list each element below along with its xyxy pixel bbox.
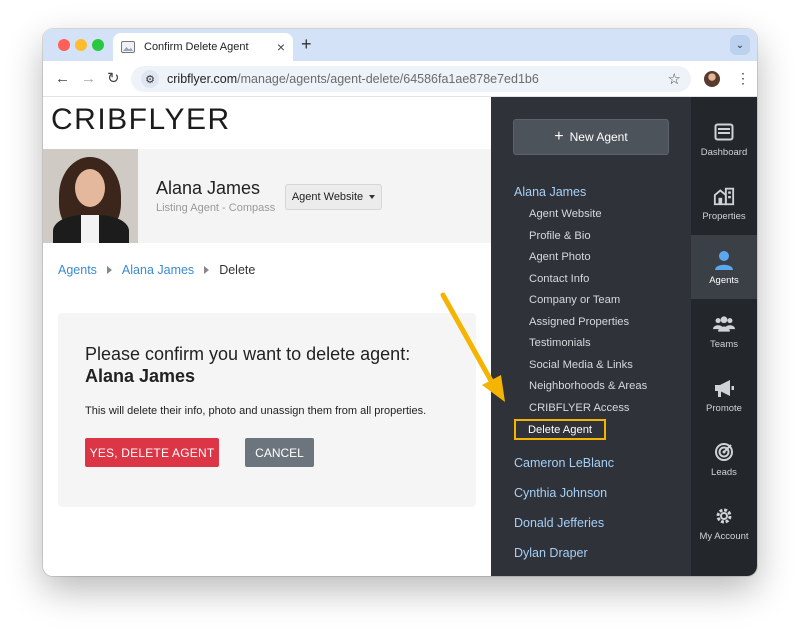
breadcrumb-agent[interactable]: Alana James — [122, 263, 194, 277]
tab-strip: Confirm Delete Agent × + ⌄ — [43, 29, 757, 61]
teams-icon — [713, 313, 735, 335]
sidebar-item-company-team[interactable]: Company or Team — [529, 294, 620, 306]
url-text[interactable]: cribflyer.com/manage/agents/agent-delete… — [167, 72, 668, 86]
target-icon — [713, 441, 735, 463]
tab-search-button[interactable]: ⌄ — [730, 35, 750, 55]
browser-toolbar: ← → ↻ ⚙ cribflyer.com/manage/agents/agen… — [43, 61, 757, 97]
agent-sidebar: + New Agent Alana James Agent Website Pr… — [491, 97, 691, 576]
breadcrumb-current: Delete — [219, 263, 256, 277]
agent-website-label: Agent Website — [291, 191, 364, 203]
agent-website-dropdown[interactable]: Agent Website — [285, 184, 382, 210]
sidebar-agent-dylan-draper[interactable]: Dylan Draper — [514, 546, 588, 560]
sidebar-item-social-media[interactable]: Social Media & Links — [529, 359, 633, 371]
favicon-icon — [121, 41, 135, 53]
address-bar[interactable]: ⚙ cribflyer.com/manage/agents/agent-dele… — [131, 66, 691, 92]
browser-window: Confirm Delete Agent × + ⌄ ← → ↻ ⚙ cribf… — [43, 29, 757, 576]
sidebar-agent-donald-jefferies[interactable]: Donald Jefferies — [514, 516, 604, 530]
caret-down-icon — [369, 195, 376, 199]
properties-icon — [713, 185, 735, 207]
agent-subtitle: Listing Agent - Compass — [156, 202, 276, 214]
new-agent-label: New Agent — [569, 130, 628, 144]
main-nav-rail: Dashboard Properties Agents Teams Promot… — [691, 97, 757, 576]
nav-promote[interactable]: Promote — [691, 363, 757, 427]
agent-name: Alana James — [156, 178, 261, 198]
breadcrumb-arrow-icon — [106, 266, 112, 274]
sidebar-item-cribflyer-access[interactable]: CRIBFLYER Access — [529, 402, 630, 414]
yes-delete-agent-button[interactable]: YES, DELETE AGENT — [85, 438, 219, 467]
agent-photo — [43, 149, 138, 243]
agent-header: Alana James Listing Agent - Compass Agen… — [43, 149, 491, 243]
confirm-note: This will delete their info, photo and u… — [85, 405, 427, 417]
nav-leads[interactable]: Leads — [691, 427, 757, 491]
cribflyer-logo[interactable]: CRIBFLYER — [51, 103, 231, 137]
sidebar-agent-alana-james[interactable]: Alana James — [514, 185, 586, 199]
sidebar-item-delete-agent[interactable]: Delete Agent — [514, 419, 606, 440]
nav-dashboard[interactable]: Dashboard — [691, 107, 757, 171]
nav-teams[interactable]: Teams — [691, 299, 757, 363]
minimize-window-button[interactable] — [75, 39, 87, 51]
nav-agents[interactable]: Agents — [691, 235, 757, 299]
close-window-button[interactable] — [58, 39, 70, 51]
nav-properties[interactable]: Properties — [691, 171, 757, 235]
agent-icon — [713, 249, 735, 271]
back-button[interactable]: ← — [55, 70, 70, 88]
sidebar-agent-cynthia-johnson[interactable]: Cynthia Johnson — [514, 486, 607, 500]
tab-close-icon[interactable]: × — [277, 39, 285, 55]
sidebar-item-neighborhoods[interactable]: Neighborhoods & Areas — [529, 380, 647, 392]
tab-title: Confirm Delete Agent — [144, 41, 249, 53]
sidebar-item-contact-info[interactable]: Contact Info — [529, 273, 589, 285]
new-tab-button[interactable]: + — [301, 34, 312, 55]
plus-icon: + — [554, 128, 564, 145]
profile-avatar[interactable] — [704, 71, 720, 87]
delete-confirm-card: Please confirm you want to delete agent:… — [58, 313, 476, 507]
reload-button[interactable]: ↻ — [107, 70, 120, 88]
browser-menu-icon[interactable]: ⋮ — [736, 70, 750, 87]
cancel-button[interactable]: CANCEL — [245, 438, 314, 467]
sidebar-item-profile-bio[interactable]: Profile & Bio — [529, 230, 591, 242]
page-content: CRIBFLYER Alana James Listing Agent - Co… — [43, 97, 757, 576]
breadcrumb: Agents Alana James Delete — [58, 263, 255, 277]
confirm-title: Please confirm you want to delete agent: — [85, 344, 411, 364]
sidebar-item-agent-website[interactable]: Agent Website — [529, 208, 602, 220]
nav-my-account[interactable]: My Account — [691, 491, 757, 555]
browser-tab[interactable]: Confirm Delete Agent × — [113, 33, 293, 61]
site-info-icon[interactable]: ⚙ — [141, 70, 159, 88]
sidebar-item-testimonials[interactable]: Testimonials — [529, 337, 591, 349]
confirm-agent-name: Alana James — [85, 366, 196, 386]
breadcrumb-agents[interactable]: Agents — [58, 263, 97, 277]
sidebar-item-assigned-properties[interactable]: Assigned Properties — [529, 316, 629, 328]
megaphone-icon — [713, 377, 735, 399]
sidebar-agent-cameron-leblanc[interactable]: Cameron LeBlanc — [514, 456, 614, 470]
bookmark-star-icon[interactable]: ☆ — [668, 70, 681, 88]
new-agent-button[interactable]: + New Agent — [513, 119, 669, 155]
main-panel: CRIBFLYER Alana James Listing Agent - Co… — [43, 97, 491, 576]
sidebar-item-agent-photo[interactable]: Agent Photo — [529, 251, 591, 263]
breadcrumb-arrow-icon — [204, 266, 210, 274]
forward-button[interactable]: → — [81, 70, 96, 88]
maximize-window-button[interactable] — [92, 39, 104, 51]
dashboard-icon — [713, 121, 735, 143]
gear-icon — [713, 505, 735, 527]
